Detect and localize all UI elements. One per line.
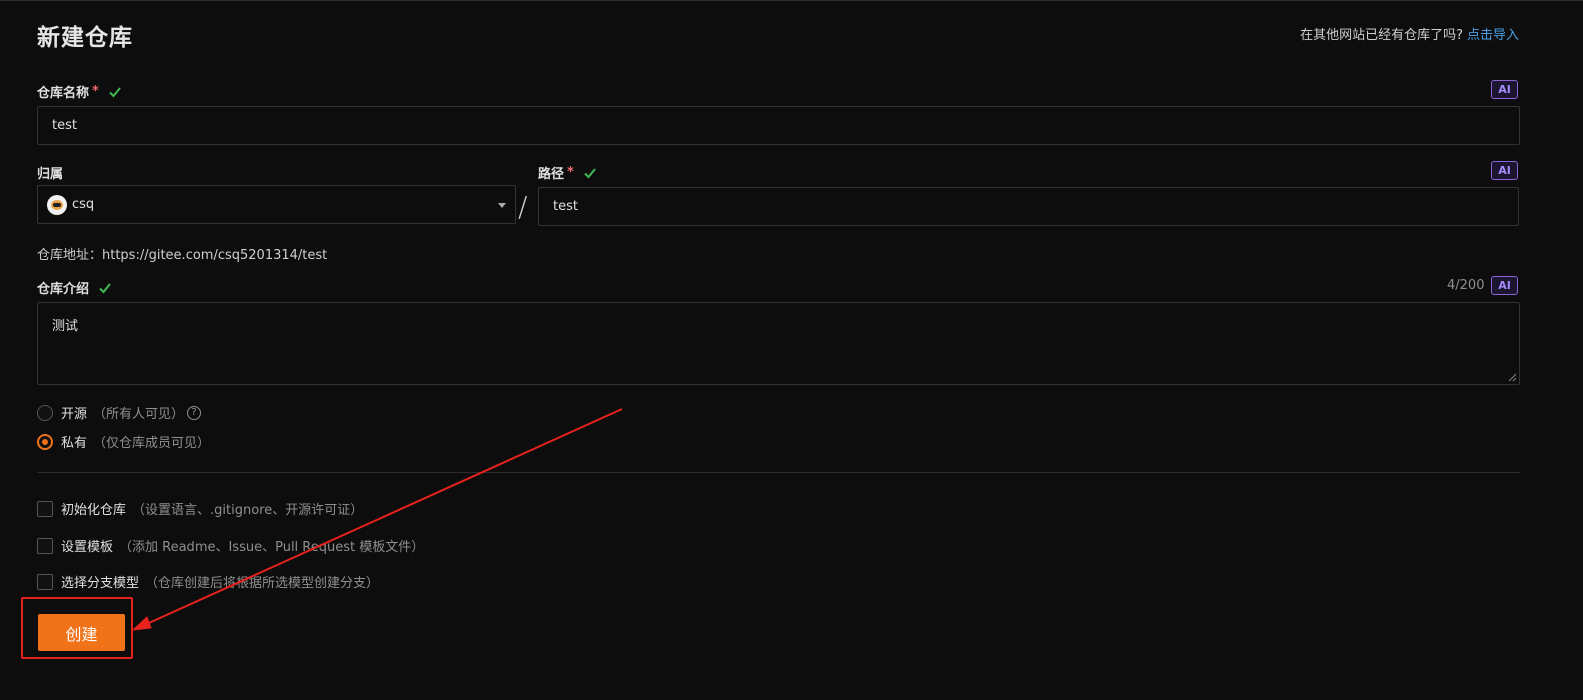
owner-select[interactable]: csq [37,185,516,224]
check-icon [99,282,111,293]
template-label: 设置模板 [61,540,114,555]
branch-model-label: 选择分支模型 [61,576,140,591]
radio-public[interactable]: 开源 （所有人可见） ? [37,403,202,422]
check-icon [109,86,121,97]
repo-name-input[interactable]: test [37,106,1520,145]
resize-handle-icon[interactable] [1508,373,1517,382]
repo-name-label-text: 仓库名称 [37,86,90,101]
char-counter: 4/200 [1447,278,1485,293]
required-mark: * [567,165,574,180]
import-hint-text: 在其他网站已经有仓库了吗? [1300,28,1463,43]
radio-public-button[interactable] [37,404,53,421]
section-divider [37,472,1520,473]
owner-label: 归属 [37,163,63,182]
ai-assist-button[interactable]: AI [1491,80,1518,99]
radio-private[interactable]: 私有 （仅仓库成员可见） [37,432,210,451]
branch-model-option[interactable]: 选择分支模型 （仓库创建后将根据所选模型创建分支） [37,572,379,591]
owner-value: csq [72,197,95,212]
top-divider [0,0,1583,1]
radio-public-label: 开源 [61,407,88,422]
check-icon [584,167,596,178]
required-mark: * [92,84,99,99]
path-separator: / [518,190,528,223]
repo-url: 仓库地址：https://gitee.com/csq5201314/test [37,248,328,263]
branch-model-desc: （仓库创建后将根据所选模型创建分支） [145,576,380,591]
help-icon[interactable]: ? [187,405,202,420]
repo-name-label: 仓库名称 * [37,82,122,101]
template-checkbox[interactable] [37,537,53,554]
description-value: 测试 [52,319,79,334]
init-repo-label: 初始化仓库 [61,503,127,518]
init-repo-option[interactable]: 初始化仓库 （设置语言、.gitignore、开源许可证） [37,499,363,518]
annotation-highlight-box [21,597,133,659]
import-hint: 在其他网站已经有仓库了吗? 点击导入 [1300,24,1519,43]
init-repo-checkbox[interactable] [37,500,53,517]
branch-model-checkbox[interactable] [37,573,53,590]
description-label: 仓库介绍 [37,278,112,297]
ai-assist-button[interactable]: AI [1491,276,1518,295]
path-label-text: 路径 [538,167,565,182]
description-label-text: 仓库介绍 [37,282,90,297]
owner-label-text: 归属 [37,167,64,182]
page-title: 新建仓库 [37,25,133,51]
path-input[interactable]: test [538,187,1519,226]
path-label: 路径 * [538,163,597,182]
radio-private-desc: （仅仓库成员可见） [93,436,211,451]
ai-assist-button[interactable]: AI [1491,161,1518,180]
description-textarea[interactable]: 测试 [37,302,1520,385]
init-repo-desc: （设置语言、.gitignore、开源许可证） [132,503,364,518]
radio-public-desc: （所有人可见） [93,407,185,422]
template-option[interactable]: 设置模板 （添加 Readme、Issue、Pull Request 模板文件） [37,536,424,555]
radio-private-label: 私有 [61,436,88,451]
template-desc: （添加 Readme、Issue、Pull Request 模板文件） [119,540,425,555]
avatar [47,194,67,215]
chevron-down-icon [498,203,506,208]
radio-private-button[interactable] [37,433,53,450]
import-link[interactable]: 点击导入 [1467,28,1519,43]
